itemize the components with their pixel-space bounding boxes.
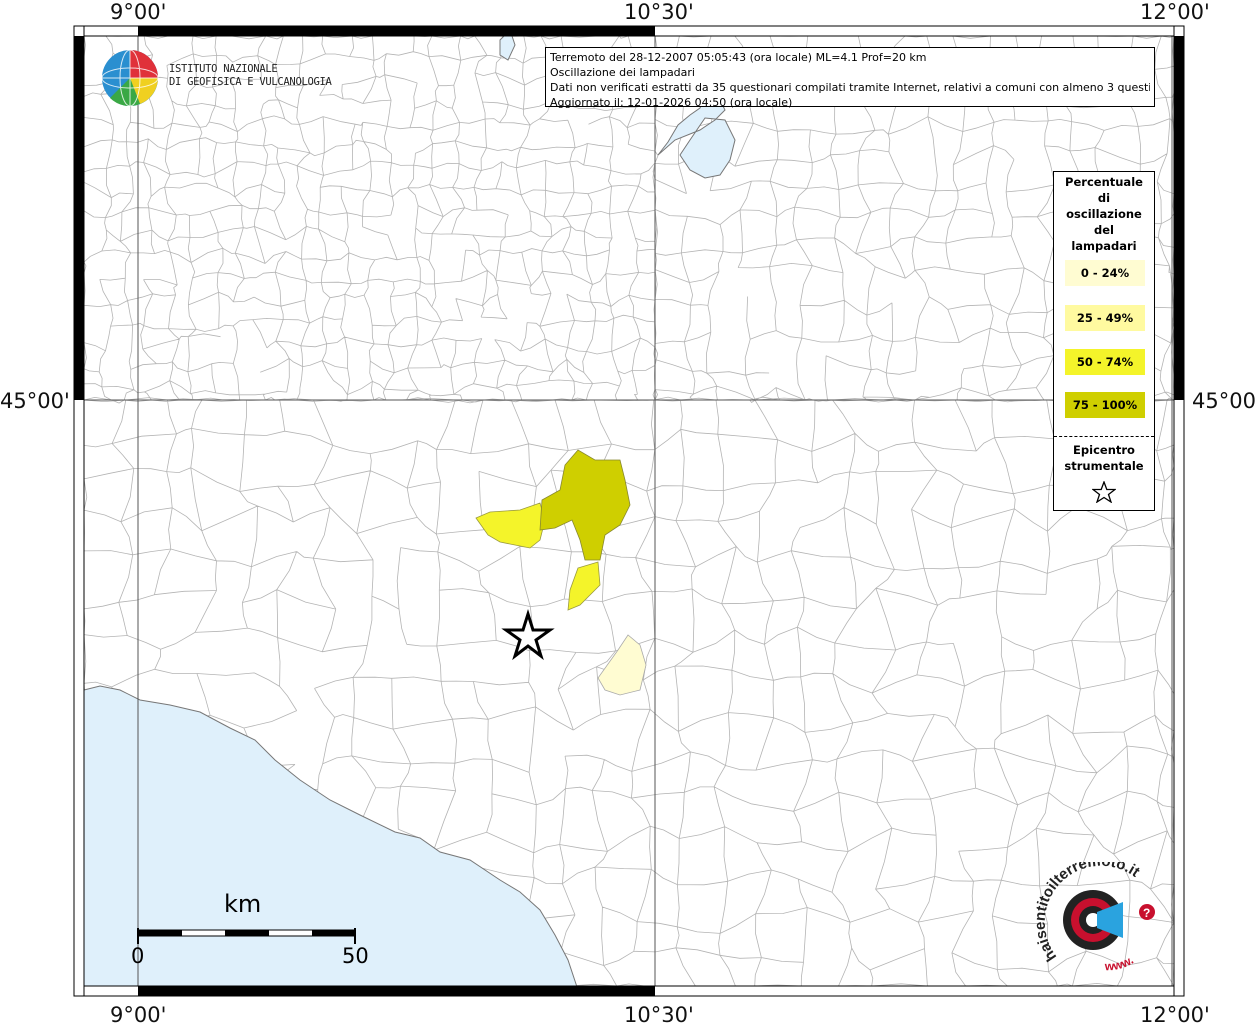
legend-item-25-49: 25 - 49%	[1065, 305, 1145, 331]
event-title: Terremoto del 28-12-2007 05:05:43 (ora l…	[550, 51, 927, 64]
legend-title: Percentuale di oscillazione del lampadar…	[1054, 174, 1154, 254]
legend-title-line: oscillazione	[1066, 207, 1142, 221]
top-lon-label-3: 12°00'	[1140, 0, 1210, 24]
left-lat-label: 45°00'	[0, 389, 70, 413]
legend-epicenter-line: Epicentro	[1073, 443, 1135, 457]
legend-title-line: Percentuale	[1065, 175, 1143, 189]
legend: Percentuale di oscillazione del lampadar…	[1053, 171, 1155, 511]
legend-star-icon	[1092, 481, 1116, 503]
data-note: Dati non verificati estratti da 35 quest…	[550, 81, 1150, 94]
legend-epicenter-title: Epicentro strumentale	[1054, 442, 1154, 474]
map-type: Oscillazione dei lampadari	[550, 66, 695, 79]
scale-title: km	[224, 890, 262, 918]
legend-item-50-74: 50 - 74%	[1065, 349, 1145, 375]
haisentito-logo: haisentitoilterremoto.it www. ?	[1035, 862, 1155, 973]
right-lat-label: 45°00'	[1192, 389, 1256, 413]
legend-item-75-100: 75 - 100%	[1065, 392, 1145, 418]
top-lon-label-1: 9°00'	[110, 0, 167, 24]
ingv-name-line2: di Geofisica e Vulcanologia	[169, 76, 332, 88]
legend-title-line: di	[1097, 191, 1111, 205]
legend-epicenter-line: strumentale	[1064, 459, 1144, 473]
haisentito-question: ?	[1143, 906, 1150, 920]
event-info-box: Terremoto del 28-12-2007 05:05:43 (ora l…	[545, 47, 1155, 109]
bottom-lon-label-2: 10°30'	[624, 1003, 694, 1027]
haisentito-www-text: www.	[1104, 953, 1136, 973]
bottom-lon-label-3: 12°00'	[1140, 1003, 1210, 1027]
legend-divider	[1054, 436, 1154, 437]
scale-min-label: 0	[131, 944, 145, 968]
updated-timestamp: Aggiornato il: 12-01-2026 04:50 (ora loc…	[550, 96, 793, 109]
legend-title-line: del	[1094, 223, 1114, 237]
legend-item-0-24: 0 - 24%	[1065, 260, 1145, 286]
ingv-name: Istituto Nazionale di Geofisica e Vulcan…	[169, 63, 332, 89]
legend-title-line: lampadari	[1071, 239, 1137, 253]
bottom-lon-label-1: 9°00'	[110, 1003, 167, 1027]
ingv-logo	[101, 49, 159, 107]
ingv-name-line1: Istituto Nazionale	[169, 63, 278, 75]
scale-max-label: 50	[342, 944, 369, 968]
top-lon-label-2: 10°30'	[624, 0, 694, 24]
